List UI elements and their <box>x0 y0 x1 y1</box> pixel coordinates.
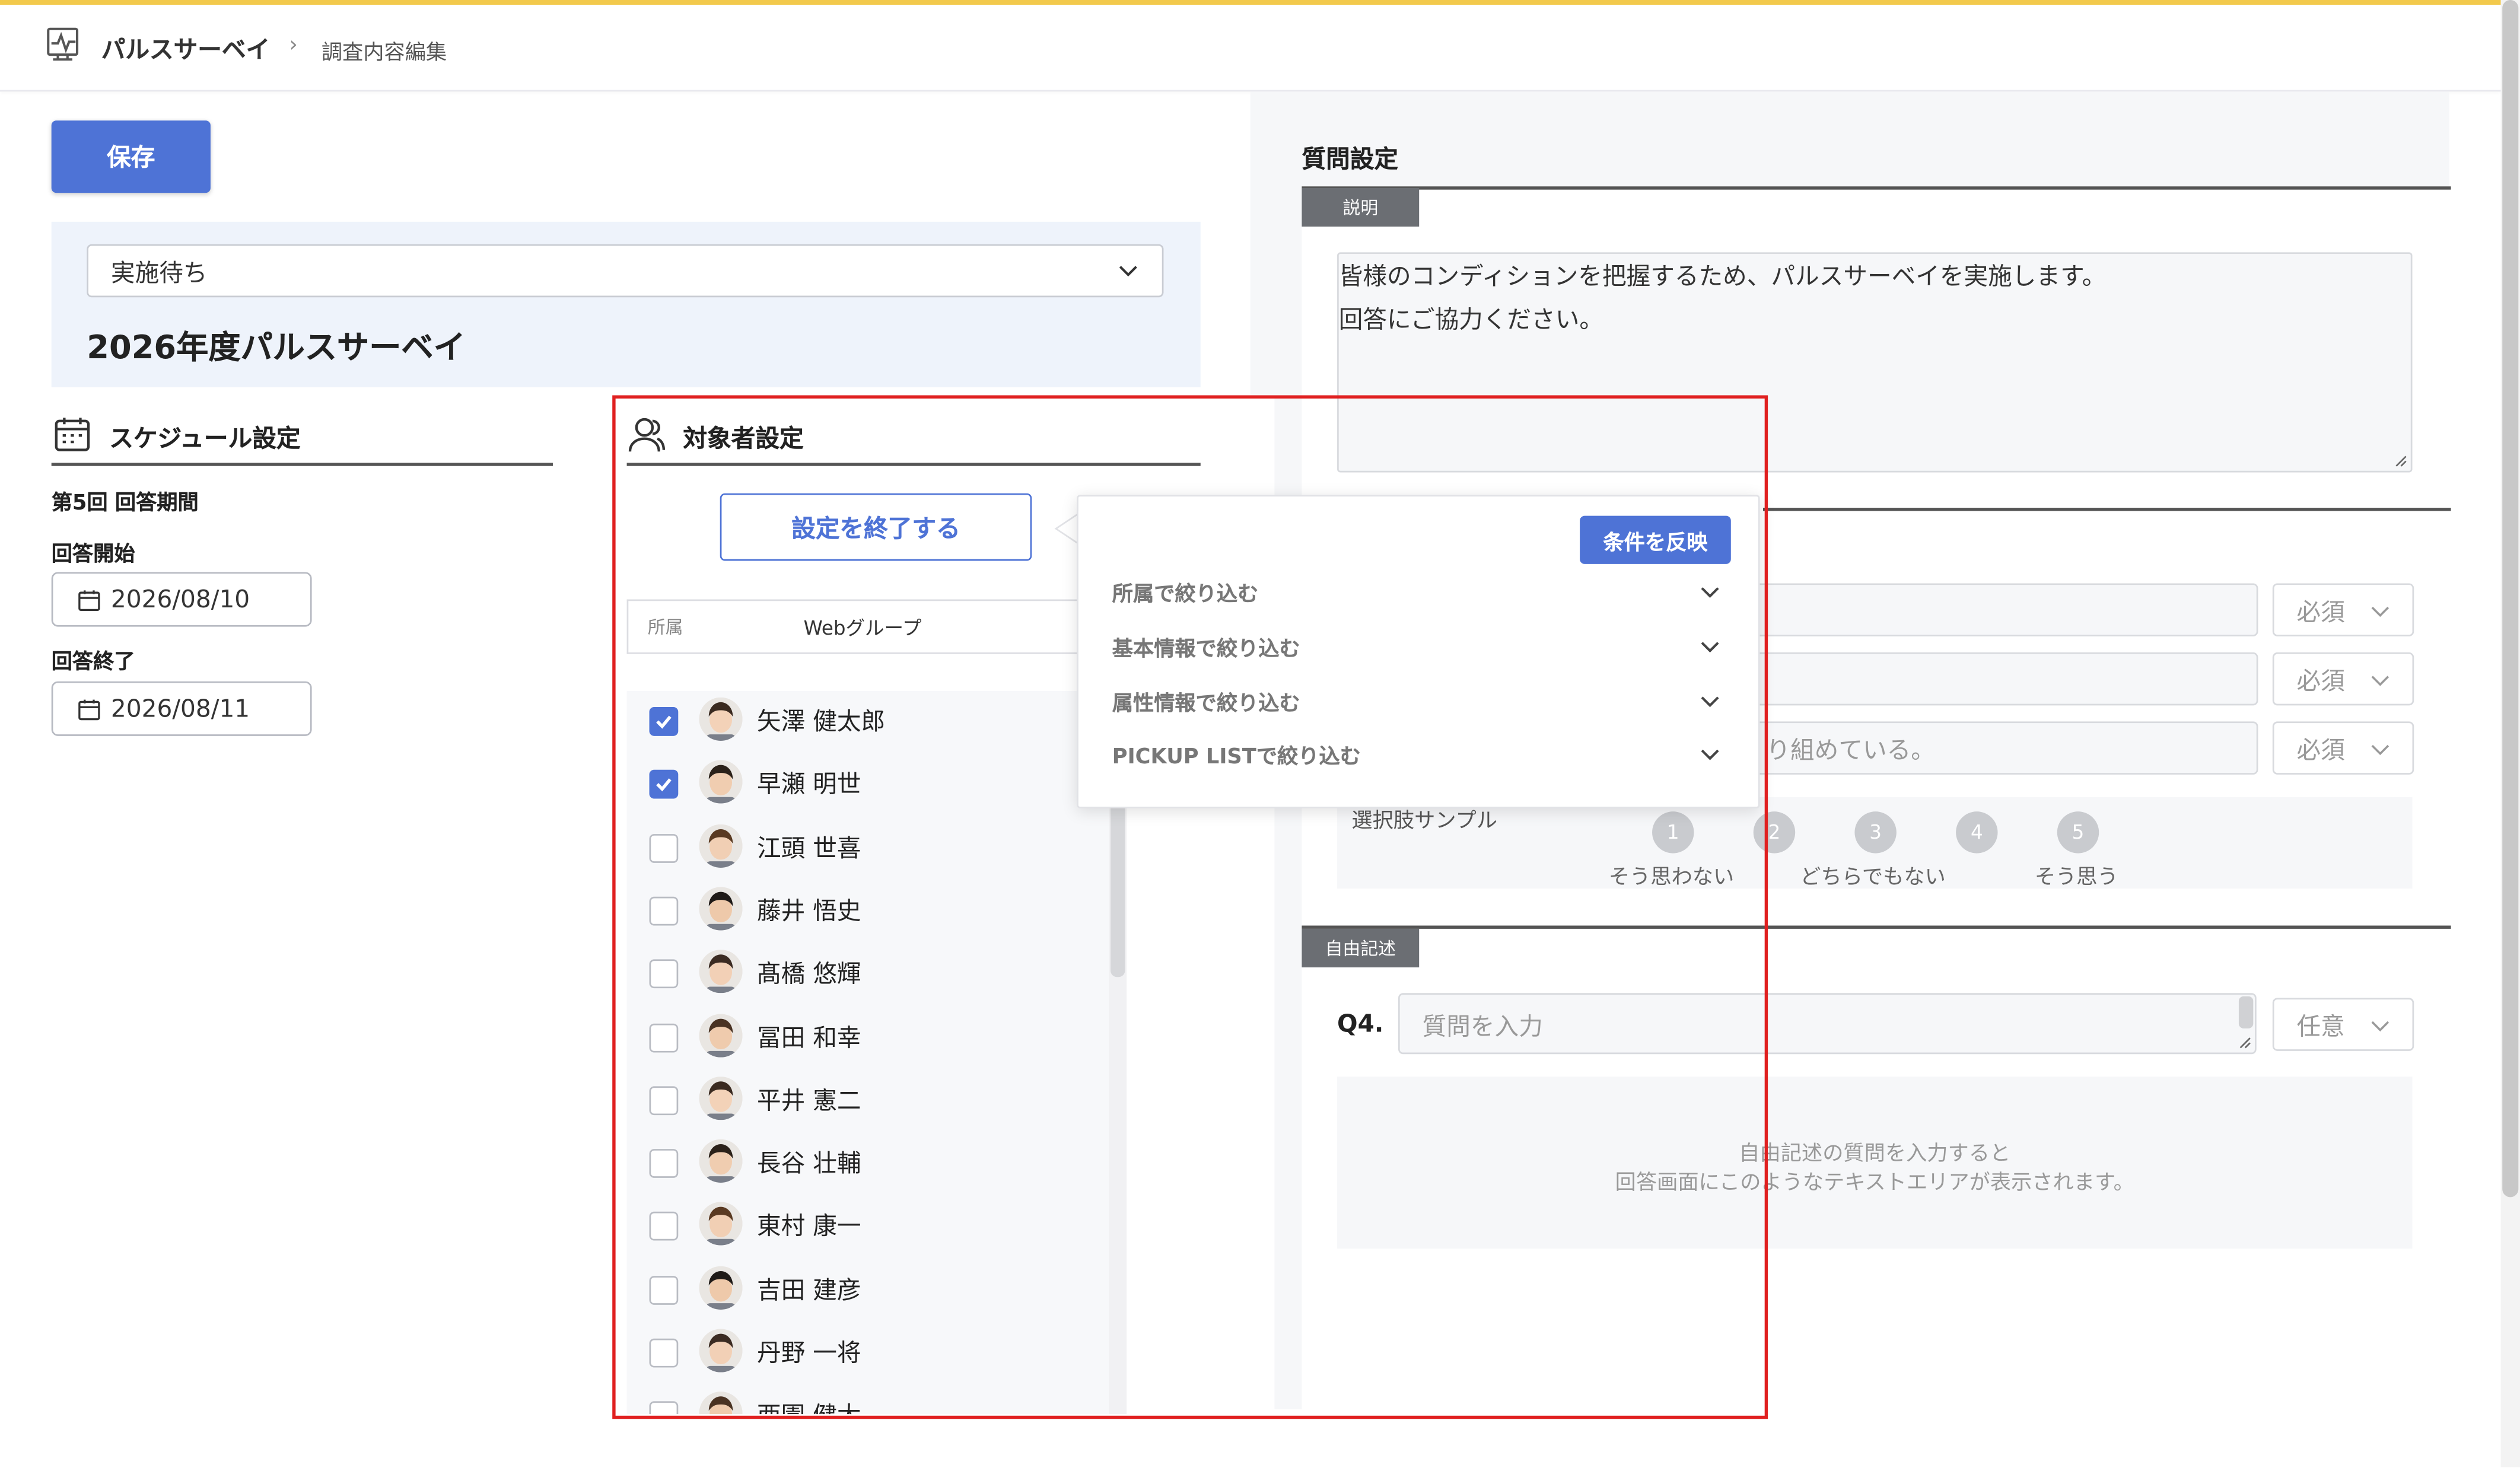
input-scrollbar[interactable] <box>2238 996 2254 1028</box>
question-input[interactable] <box>1752 652 2258 706</box>
answer-end-label: 回答終了 <box>51 651 135 675</box>
required-value: 必須 <box>2296 597 2345 627</box>
optional-select[interactable]: 任意 <box>2272 998 2414 1051</box>
answer-start-date-field[interactable]: 2026/08/10 <box>51 572 312 627</box>
status-value: 実施待ち <box>110 259 208 288</box>
calendar-icon <box>78 590 100 612</box>
required-value: 必須 <box>2296 667 2345 696</box>
scale-option: 4 <box>1956 811 1998 854</box>
question-input-text: り組めている。 <box>1766 735 1935 765</box>
scale-option: 5 <box>2057 811 2099 854</box>
required-value: 必須 <box>2296 735 2345 765</box>
schedule-section-title: スケジュール設定 <box>109 424 301 453</box>
resize-handle-icon[interactable] <box>2239 1036 2252 1049</box>
question-input[interactable] <box>1752 583 2258 636</box>
chevron-down-icon <box>1119 266 1137 277</box>
pulse-survey-icon <box>47 27 79 61</box>
answer-end-date-field[interactable]: 2026/08/11 <box>51 681 312 736</box>
scale-option: 3 <box>1854 811 1897 854</box>
required-select[interactable]: 必須 <box>2272 583 2414 636</box>
description-tag: 説明 <box>1302 187 1420 227</box>
chevron-down-icon <box>2371 676 2389 686</box>
calendar-icon <box>78 699 100 721</box>
answer-end-date: 2026/08/11 <box>110 694 250 724</box>
survey-title: 2026年度パルスサーベイ <box>87 327 466 367</box>
answer-start-label: 回答開始 <box>51 543 135 568</box>
breadcrumb-separator: › <box>289 33 298 58</box>
description-line: 回答にご協力ください。 <box>1338 305 1603 335</box>
calendar-icon <box>55 418 90 451</box>
question-divider <box>1762 508 2451 511</box>
annotation-highlight-box <box>612 395 1768 1419</box>
header-accent-line <box>0 0 2501 5</box>
status-select[interactable]: 実施待ち <box>87 244 1164 298</box>
description-line: 皆様のコンディションを把握するため、パルスサーベイを実施します。 <box>1338 262 2107 291</box>
question-input[interactable]: り組めている。 <box>1752 721 2258 775</box>
resize-handle-icon[interactable] <box>2395 455 2408 468</box>
breadcrumb-current-page: 調査内容編集 <box>321 42 447 66</box>
page-scrollbar-thumb[interactable] <box>2502 0 2519 1198</box>
scale-label-mid: どちらでもない <box>1800 866 1946 890</box>
required-select[interactable]: 必須 <box>2272 652 2414 706</box>
chevron-down-icon <box>2371 606 2389 617</box>
schedule-divider <box>51 463 553 466</box>
answer-period-label: 第5回 回答期間 <box>51 492 199 516</box>
app-name[interactable]: パルスサーベイ <box>101 32 271 66</box>
save-button[interactable]: 保存 <box>51 120 211 193</box>
answer-start-date: 2026/08/10 <box>110 585 250 614</box>
chevron-down-icon <box>2371 1021 2389 1032</box>
question-divider <box>1302 186 2451 189</box>
scale-label-high: そう思う <box>2034 866 2118 890</box>
question-settings-title: 質問設定 <box>1302 144 1399 174</box>
chevron-down-icon <box>2371 744 2389 756</box>
required-select[interactable]: 必須 <box>2272 721 2414 775</box>
optional-value: 任意 <box>2296 1012 2345 1042</box>
